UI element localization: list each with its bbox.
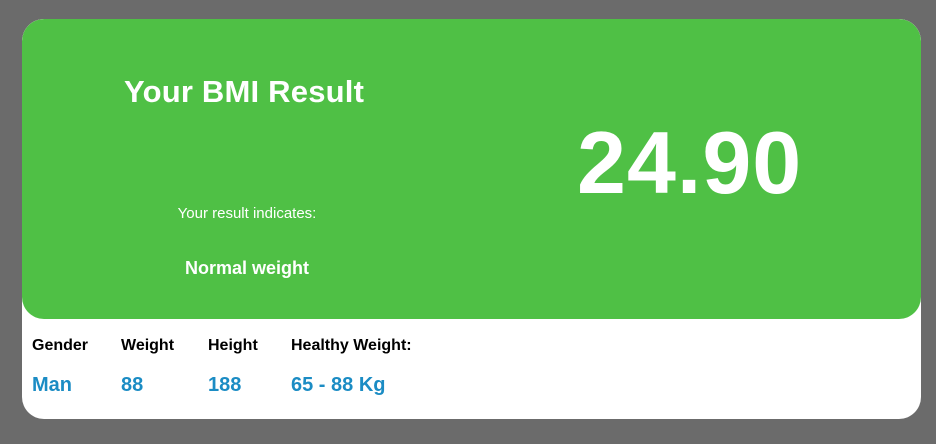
bmi-result-card: Your BMI Result Your result indicates: N… xyxy=(22,19,921,419)
stat-weight: Weight 88 xyxy=(121,335,174,396)
weight-category: Normal weight xyxy=(184,258,309,278)
stat-gender: Gender Man xyxy=(32,335,88,396)
stat-weight-value: 88 xyxy=(121,374,144,396)
result-indicates-label: Your result indicates: xyxy=(177,205,317,222)
stat-healthy-weight-value: 65 - 88 Kg xyxy=(291,374,386,396)
stat-healthy-weight-label: Healthy Weight: xyxy=(291,337,412,354)
result-title: Your BMI Result xyxy=(124,74,365,109)
stat-weight-label: Weight xyxy=(121,337,175,354)
stat-gender-label: Gender xyxy=(32,337,89,354)
stat-height: Height 188 xyxy=(208,335,258,396)
stat-gender-value: Man xyxy=(32,374,72,396)
bmi-value: 24.90 xyxy=(577,113,803,212)
bmi-result-panel: Your BMI Result Your result indicates: N… xyxy=(22,19,921,319)
stat-height-label: Height xyxy=(208,337,258,354)
stat-height-value: 188 xyxy=(208,374,242,396)
stat-healthy-weight: Healthy Weight: 65 - 88 Kg xyxy=(291,335,412,396)
